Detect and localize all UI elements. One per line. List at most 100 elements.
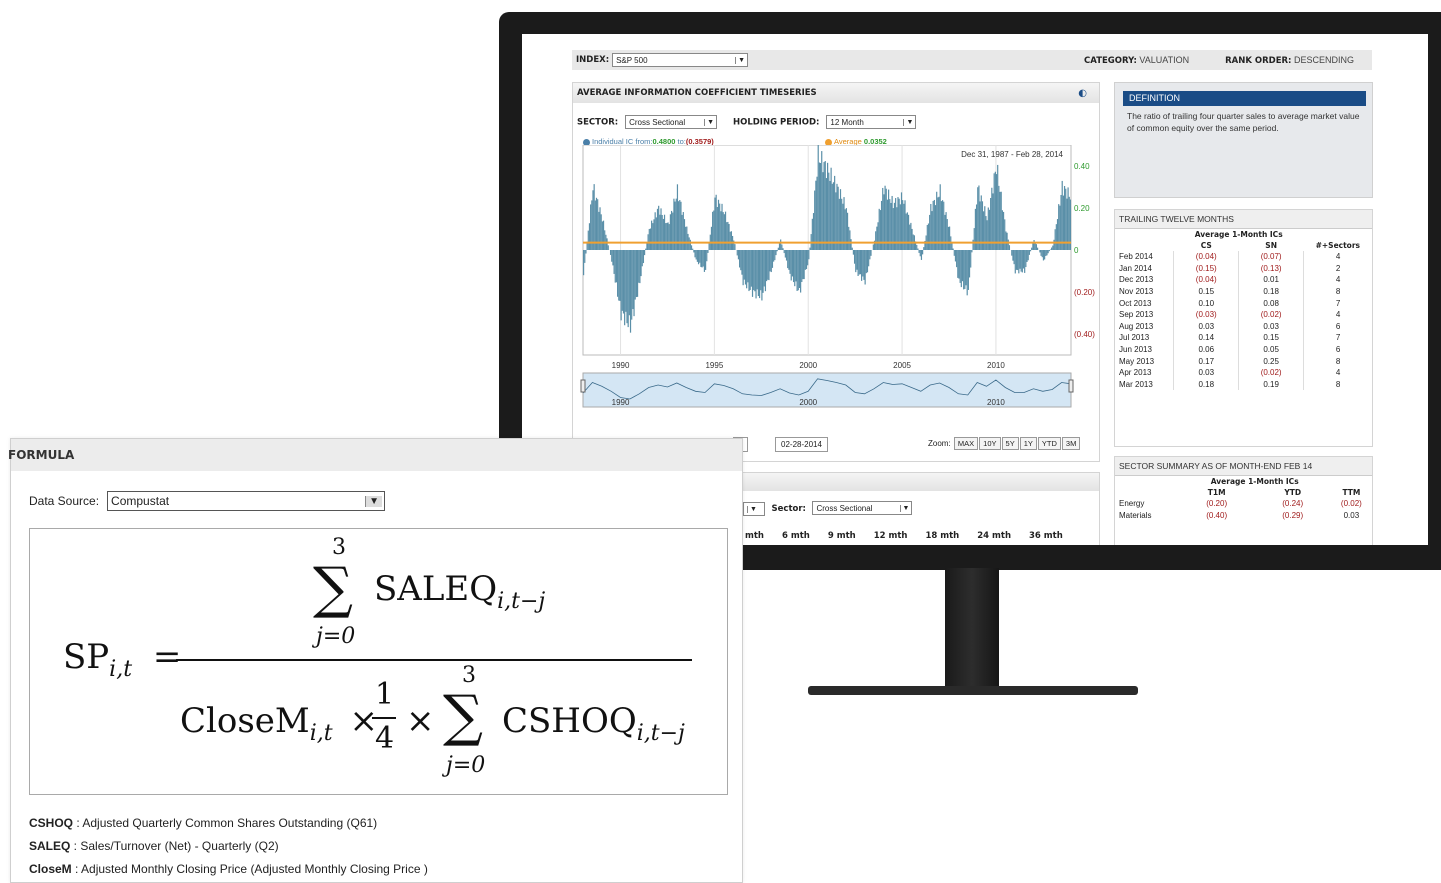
- ic-bar: [792, 250, 795, 283]
- table-cell: 0.25: [1238, 355, 1304, 367]
- index-select[interactable]: S&P 500 ▼: [612, 53, 749, 67]
- ic-bar: [861, 250, 863, 281]
- ic-bar: [974, 208, 977, 250]
- table-cell: 8: [1303, 285, 1372, 298]
- ic-bar: [999, 191, 1001, 250]
- ic-bar: [641, 250, 643, 267]
- col-t1m: T1M: [1207, 488, 1226, 497]
- ic-bar: [706, 250, 708, 262]
- ic-bar: [905, 213, 907, 250]
- ic-bar: [584, 250, 586, 263]
- period-header: 12 mth: [873, 531, 908, 541]
- ic-bar: [1041, 250, 1043, 258]
- ic-bar: [640, 250, 642, 277]
- ic-bar: [668, 224, 670, 250]
- table-cell: 0.19: [1238, 378, 1304, 391]
- monitor-base: [808, 686, 1138, 695]
- ic-bar: [784, 250, 786, 258]
- index-select-value: S&P 500: [616, 55, 648, 65]
- ic-bar: [775, 250, 777, 256]
- ic-bar: [927, 223, 930, 250]
- ic-bar: [961, 250, 964, 282]
- ic-bar: [776, 250, 778, 252]
- definition-text: The ratio of trailing four quarter sales…: [1127, 111, 1360, 133]
- ic-bar: [699, 250, 701, 263]
- fraction-bar: [176, 659, 692, 661]
- ic-bar: [741, 250, 743, 275]
- ic-bar: [876, 226, 878, 250]
- table-cell: (0.02): [1340, 499, 1362, 509]
- ic-bar: [734, 244, 736, 250]
- ic-bar: [884, 185, 886, 250]
- ic-bar: [862, 250, 864, 277]
- ic-bar: [629, 250, 632, 333]
- ic-bar: [727, 221, 729, 250]
- ic-bar: [583, 250, 585, 276]
- ic-bar: [983, 211, 985, 250]
- ic-bar: [695, 250, 697, 260]
- den-sum-icon: ∑: [443, 684, 483, 749]
- ic-bar: [749, 250, 751, 290]
- ic-bar: [814, 190, 816, 250]
- table-cell: 6: [1303, 320, 1372, 333]
- bottom-left-select[interactable]: ▼: [743, 502, 765, 516]
- bottom-sector-control: ▼ Sector: Cross Sectional ▼: [743, 501, 913, 516]
- ic-bar: [923, 247, 925, 250]
- ic-bar: [655, 217, 657, 250]
- zoom-button[interactable]: MAX: [953, 437, 979, 450]
- table-cell: 8: [1303, 355, 1372, 367]
- table-cell: (0.03): [1173, 308, 1239, 321]
- ic-bar: [669, 214, 672, 250]
- end-date-input[interactable]: 02-28-2014: [775, 437, 828, 452]
- ic-bar: [762, 250, 764, 293]
- zoom-button[interactable]: 10Y: [979, 437, 1001, 450]
- ic-bar: [909, 224, 911, 250]
- ic-bar: [918, 250, 920, 253]
- ic-bar: [835, 192, 837, 250]
- ic-bar: [1005, 231, 1007, 250]
- ic-bar: [824, 161, 826, 250]
- table-cell: (0.24): [1282, 499, 1304, 509]
- zoom-button[interactable]: 1Y: [1019, 437, 1037, 450]
- rank-value: DESCENDING: [1293, 54, 1354, 65]
- ic-bar: [926, 225, 928, 250]
- y-tick-label: 0: [1074, 246, 1079, 255]
- data-source-value: Compustat: [111, 494, 170, 508]
- ic-bar: [626, 250, 628, 324]
- x-tick-label: 2000: [799, 361, 817, 370]
- table-row: Dec 2013 (0.04) 0.01 4: [1115, 274, 1372, 286]
- toggle-icon[interactable]: ◐: [1078, 88, 1087, 99]
- zoom-button[interactable]: 5Y: [1001, 437, 1019, 450]
- ic-bar: [659, 214, 661, 250]
- ic-bar: [707, 250, 709, 253]
- holding-select[interactable]: 12 Month ▼: [826, 115, 917, 129]
- monitor-stand: [945, 568, 999, 688]
- x-tick-label: 2005: [893, 361, 911, 370]
- bottom-sector-select[interactable]: Cross Sectional ▼: [812, 501, 913, 515]
- chevron-down-icon: ▼: [735, 56, 745, 64]
- ic-bar: [920, 250, 923, 260]
- ic-bar: [945, 212, 947, 250]
- table-cell: (0.02): [1238, 366, 1304, 379]
- equals-sign: =: [152, 637, 182, 677]
- quarter-bar: [372, 717, 396, 719]
- ic-bar: [812, 213, 815, 250]
- ic-bar: [849, 230, 851, 250]
- zoom-button[interactable]: 3M: [1061, 437, 1081, 450]
- ic-bar: [661, 214, 663, 250]
- sector-select[interactable]: Cross Sectional ▼: [625, 115, 718, 129]
- ic-bar: [823, 162, 825, 250]
- ic-bar: [769, 250, 771, 272]
- ic-bar: [656, 208, 659, 250]
- ic-bar: [730, 231, 733, 250]
- def-term: CSHOQ: [29, 816, 74, 830]
- ic-bar: [614, 250, 616, 283]
- zoom-button[interactable]: YTD: [1037, 437, 1061, 450]
- ttm-table: Average 1-Month ICs CS SN #+Sectors Feb 20…: [1115, 229, 1372, 391]
- data-source-select[interactable]: Compustat ▼: [107, 491, 386, 511]
- period-header: 6 mth: [781, 531, 810, 541]
- ic-bar: [612, 250, 614, 266]
- ic-bar: [604, 230, 606, 250]
- ic-bar: [712, 211, 714, 250]
- ic-bar: [1051, 247, 1053, 250]
